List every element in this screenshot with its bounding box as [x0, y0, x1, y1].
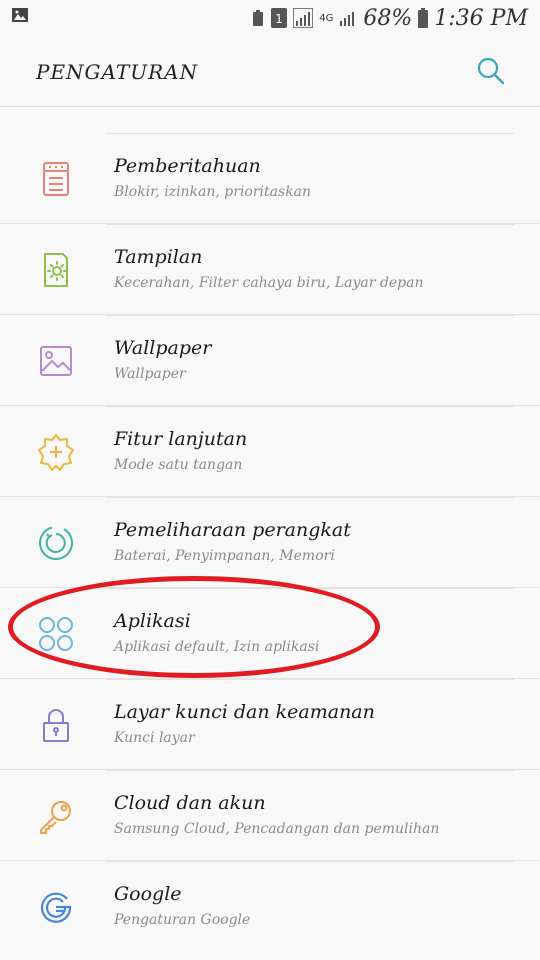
header-divider: [0, 106, 540, 107]
divider: [106, 861, 514, 862]
settings-item-label: Google: [114, 883, 182, 905]
settings-item-notifications[interactable]: Pemberitahuan Blokir, izinkan, prioritas…: [0, 133, 540, 223]
settings-item-apps[interactable]: Aplikasi Aplikasi default, Izin aplikasi: [0, 587, 540, 678]
gallery-notification-icon: [12, 8, 28, 22]
status-bar: 1 4G 68% 1:36 PM: [0, 0, 540, 36]
divider: [106, 588, 514, 589]
settings-item-label: Fitur lanjutan: [114, 428, 248, 450]
display-icon: [44, 253, 68, 287]
divider: [106, 224, 514, 225]
battery-percent: 68%: [363, 5, 413, 31]
settings-item-summary: Wallpaper: [114, 366, 186, 382]
divider: [106, 315, 514, 316]
recycle-icon: [253, 10, 264, 26]
divider: [106, 133, 514, 134]
settings-item-google[interactable]: Google Pengaturan Google: [0, 860, 540, 951]
settings-item-cloud-accounts[interactable]: Cloud dan akun Samsung Cloud, Pencadanga…: [0, 769, 540, 860]
sim-card-icon: 1: [271, 8, 288, 28]
wallpaper-icon: [40, 346, 72, 376]
settings-item-label: Pemeliharaan perangkat: [114, 519, 351, 541]
lock-icon: [43, 709, 69, 742]
settings-item-summary: Mode satu tangan: [114, 457, 243, 473]
settings-item-summary: Pengaturan Google: [114, 912, 251, 928]
device-maintenance-icon: [39, 526, 73, 560]
settings-item-summary: Baterai, Penyimpanan, Memori: [114, 548, 335, 564]
signal-icon-2: [340, 12, 355, 26]
settings-item-wallpaper[interactable]: Wallpaper Wallpaper: [0, 314, 540, 405]
settings-item-summary: Blokir, izinkan, prioritaskan: [114, 184, 312, 200]
settings-item-label: Pemberitahuan: [114, 155, 261, 177]
signal-icon-1: [293, 8, 314, 28]
settings-item-lock-screen-security[interactable]: Layar kunci dan keamanan Kunci layar: [0, 678, 540, 769]
apps-icon: [39, 617, 73, 651]
settings-item-label: Aplikasi: [114, 610, 191, 632]
settings-item-summary: Samsung Cloud, Pencadangan dan pemulihan: [114, 821, 440, 837]
settings-item-summary: Kecerahan, Filter cahaya biru, Layar dep…: [114, 275, 424, 291]
divider: [106, 770, 514, 771]
settings-item-label: Layar kunci dan keamanan: [114, 701, 375, 723]
notifications-icon: [43, 162, 69, 196]
google-icon: [40, 892, 72, 923]
settings-list: Pemberitahuan Blokir, izinkan, prioritas…: [0, 133, 540, 951]
divider: [106, 679, 514, 680]
page-title: PENGATURAN: [36, 60, 199, 84]
settings-item-label: Cloud dan akun: [114, 792, 266, 814]
settings-item-advanced-features[interactable]: Fitur lanjutan Mode satu tangan: [0, 405, 540, 496]
settings-item-summary: Kunci layar: [114, 730, 195, 746]
search-icon[interactable]: [476, 56, 506, 86]
clock: 1:36 PM: [434, 5, 528, 31]
advanced-features-icon: [38, 434, 74, 471]
key-icon: [40, 801, 71, 834]
settings-item-device-maintenance[interactable]: Pemeliharaan perangkat Baterai, Penyimpa…: [0, 496, 540, 587]
settings-item-summary: Aplikasi default, Izin aplikasi: [114, 639, 320, 655]
battery-icon: [418, 8, 429, 28]
settings-item-display[interactable]: Tampilan Kecerahan, Filter cahaya biru, …: [0, 223, 540, 314]
divider: [106, 406, 514, 407]
network-type: 4G: [319, 12, 334, 24]
settings-item-label: Tampilan: [114, 246, 203, 268]
settings-item-label: Wallpaper: [114, 337, 212, 359]
sim-number: 1: [275, 12, 283, 26]
divider: [106, 497, 514, 498]
app-bar: PENGATURAN: [0, 36, 540, 108]
